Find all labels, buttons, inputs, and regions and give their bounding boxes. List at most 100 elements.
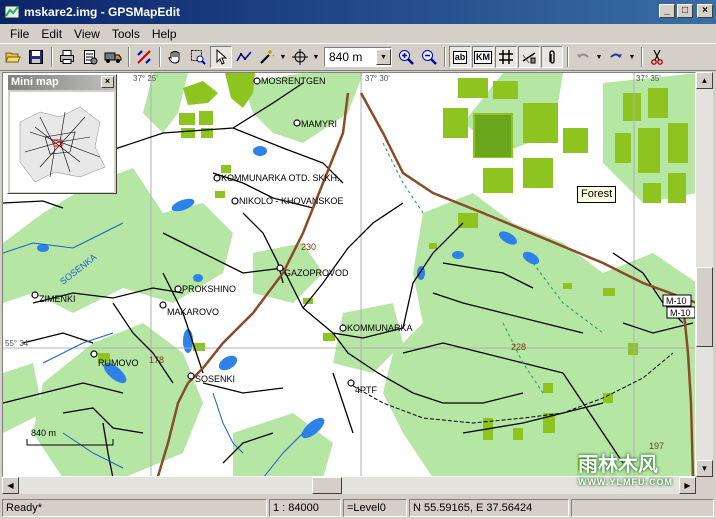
road-number-label: 197 [649,441,664,451]
place-label: MOSRENTGEN [261,76,326,86]
magic-wand-icon [260,50,275,64]
menu-tools[interactable]: Tools [106,27,146,41]
highway-shield-label: M-10 [670,308,691,318]
zoom-level-select[interactable]: 840 m ▼ [324,47,392,67]
road-number-label: 228 [511,342,526,352]
zoom-rect-button[interactable] [187,46,209,68]
labels-icon: ab [452,50,468,64]
scroll-left-button[interactable]: ◀ [2,477,19,494]
grid-button[interactable] [495,46,517,68]
highway-shield-label: M-10 [666,296,687,306]
open-button[interactable] [2,46,24,68]
menu-edit[interactable]: Edit [35,27,68,41]
maximize-button[interactable]: □ [677,4,693,18]
truck-icon [104,52,122,63]
place-label: KOMMUNARKA OTD. SKKH. [221,173,340,183]
minimap-view[interactable] [10,92,114,192]
scroll-up-button[interactable]: ▲ [696,72,713,89]
longitude-label: 37° 30' [365,74,390,83]
road-number-label: 178 [149,355,164,365]
longitude-label: 37° 35' [636,74,661,83]
toolbar-separator [444,47,446,67]
grid-icon [499,50,513,64]
redo-dropdown[interactable]: ▼ [628,54,636,61]
show-labels-button[interactable]: ab [449,46,471,68]
place-label: MAMYRI [301,119,337,129]
zoom-dropdown-arrow[interactable]: ▼ [376,49,391,65]
track-button[interactable] [102,46,124,68]
toolbar-separator [159,47,161,67]
zoom-level-value: 840 m [329,50,363,64]
minimap-title: Mini map × [8,75,116,90]
create-object-dropdown[interactable]: ▼ [279,54,287,61]
object-tooltip: Forest [577,186,617,203]
zoom-in-icon [399,50,414,65]
menu-view[interactable]: View [68,27,106,41]
title-bar: mskare2.img - GPSMapEdit _ □ × [0,0,716,24]
transform-icon [137,50,151,64]
scale-readout: 1 : 84000 [269,498,341,517]
place-label: MAKAROVO [167,307,219,317]
place-label: KOMMUNARKA [347,323,413,333]
move-dropdown[interactable]: ▼ [312,54,320,61]
move-crosshair-icon [292,49,308,65]
printer-icon [60,50,74,64]
hand-tool-button[interactable] [164,46,186,68]
move-button[interactable] [289,46,311,68]
place-label: NIKOLO - KHOVANSKOE [239,196,343,206]
redo-icon [610,53,622,58]
minimap-close-button[interactable]: × [101,76,114,88]
menu-bar: File Edit View Tools Help [0,24,716,43]
road-number-label: 230 [301,242,316,252]
minimap-panel[interactable]: Mini map × [7,74,117,194]
km-icon: KM [474,50,492,64]
zoom-in-button[interactable] [395,46,417,68]
attach-button[interactable] [518,46,540,68]
level-readout: =Level0 [343,498,407,517]
edit-nodes-button[interactable] [233,46,255,68]
polyline-edit-icon [236,51,252,62]
highway-shield: M-10 M-10 [662,294,695,319]
paperclip-icon [549,50,555,64]
scissors-icon [651,49,663,65]
latitude-label: 55° 34' [5,339,30,348]
redo-button[interactable] [605,46,627,68]
status-bar: Ready* 1 : 84000 =Level0 N 55.59165, E 3… [0,496,716,519]
toolbar-separator [567,47,569,67]
floppy-disk-icon [29,50,43,64]
undo-icon [577,53,589,58]
undo-button[interactable] [572,46,594,68]
minimize-button[interactable]: _ [659,4,675,18]
menu-file[interactable]: File [4,27,35,41]
horizontal-scroll-thumb[interactable] [312,477,342,494]
create-object-button[interactable] [256,46,278,68]
select-tool-button[interactable] [210,46,232,68]
status-text: Ready* [2,498,267,517]
print-button[interactable] [56,46,78,68]
paperclip-button[interactable] [541,46,563,68]
place-label: PROKSHINO [182,284,236,294]
show-km-button[interactable]: KM [472,46,494,68]
transform-button[interactable] [133,46,155,68]
toolbar: ▼ ▼ 840 m ▼ ab KM ▼ ▼ [0,43,716,71]
longitude-label: 37° 25' [133,74,158,83]
undo-dropdown[interactable]: ▼ [595,54,603,61]
properties-button[interactable] [79,46,101,68]
scale-bar-label: 840 m [31,428,56,438]
cursor-position-readout: N 55.59165, E 37.56424 [409,498,569,517]
status-extra [571,498,714,517]
arrow-cursor-icon [216,49,228,65]
site-watermark: 雨林木风 WWW.YLMFU.COM [578,452,708,494]
vertical-scroll-thumb[interactable] [696,267,713,347]
zoom-out-icon [422,50,437,65]
vertical-scrollbar[interactable]: ▲ ▼ [696,72,713,477]
cut-button[interactable] [646,46,668,68]
close-button[interactable]: × [697,4,713,18]
menu-help[interactable]: Help [146,27,183,41]
save-button[interactable] [25,46,47,68]
place-label: ZIMENKI [39,294,76,304]
properties-icon [84,50,98,65]
hand-icon [168,51,180,64]
zoom-out-button[interactable] [418,46,440,68]
place-label: SOSENKI [195,374,235,384]
